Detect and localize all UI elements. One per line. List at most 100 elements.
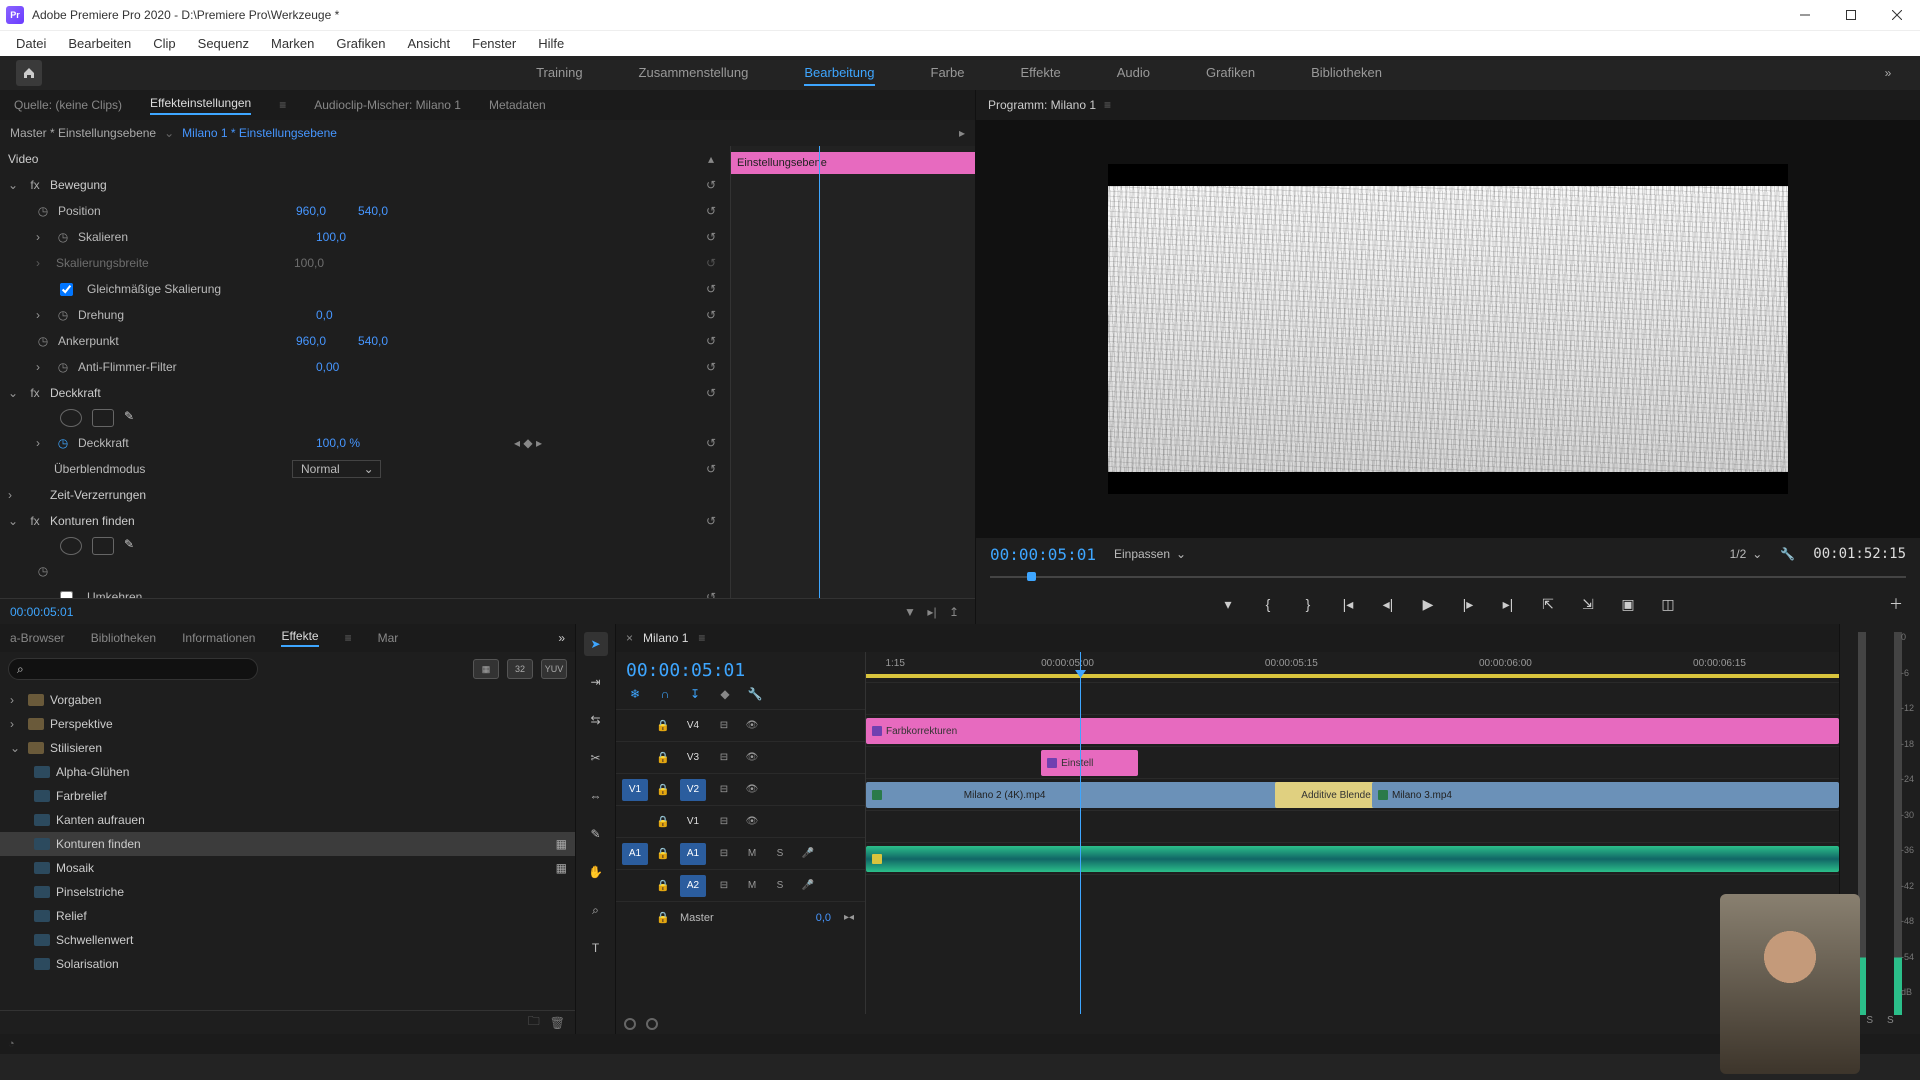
ec-time-remap[interactable]: Zeit-Verzerrungen [50, 488, 280, 502]
timeline-playhead[interactable] [1080, 652, 1081, 1014]
play-button[interactable]: ▶ [1418, 594, 1438, 614]
ec-play-icon[interactable]: ▸ [959, 126, 965, 140]
tab-libraries[interactable]: Bibliotheken [91, 631, 156, 645]
lock-icon[interactable]: 🔒 [656, 783, 672, 796]
ec-blend-dropdown[interactable]: Normal⌄ [292, 460, 381, 478]
eye-icon[interactable]: 👁 [742, 718, 762, 734]
slip-tool[interactable]: ⇔ [584, 784, 608, 808]
tab-audio-mixer[interactable]: Audioclip-Mischer: Milano 1 [314, 98, 461, 112]
wrench-icon[interactable]: 🔧 [1780, 547, 1795, 561]
fx-badge-yuv[interactable]: YUV [541, 659, 567, 679]
program-scrubber[interactable] [990, 570, 1906, 584]
zoom-tool[interactable]: ⌕ [584, 898, 608, 922]
tab-markers[interactable]: Mar [378, 631, 399, 645]
close-button[interactable] [1874, 0, 1920, 30]
program-view[interactable] [976, 120, 1920, 538]
twirl-icon[interactable]: › [8, 488, 20, 502]
twirl-icon[interactable]: › [36, 308, 48, 322]
panel-menu-icon[interactable]: ≡ [698, 631, 705, 645]
type-tool[interactable]: T [584, 936, 608, 960]
clip-adjustment-v2[interactable]: Einstell [1041, 750, 1138, 776]
ec-invert-checkbox[interactable] [60, 591, 73, 599]
tab-info[interactable]: Informationen [182, 631, 255, 645]
pen-tool[interactable]: ✎ [584, 822, 608, 846]
stopwatch-icon[interactable]: ◷ [36, 204, 50, 218]
track-a1[interactable] [866, 810, 1839, 842]
ec-uniform-scale-checkbox[interactable] [60, 283, 73, 296]
ripple-edit-tool[interactable]: ⇆ [584, 708, 608, 732]
stopwatch-icon[interactable]: ◷ [56, 230, 70, 244]
panel-menu-icon[interactable]: ≡ [1104, 98, 1111, 112]
ec-find-edges[interactable]: Konturen finden [50, 514, 280, 528]
menu-grafiken[interactable]: Grafiken [326, 33, 395, 54]
snap-toggle[interactable]: ❄ [626, 685, 644, 703]
maximize-button[interactable] [1828, 0, 1874, 30]
collapse-icon[interactable]: ▸◂ [839, 910, 859, 926]
clip-audio[interactable] [866, 846, 1839, 872]
reset-icon[interactable]: ↺ [702, 308, 720, 322]
delete-icon[interactable]: 🗑 [550, 1016, 565, 1030]
program-timecode[interactable]: 00:00:05:01 [990, 545, 1096, 564]
workspace-overflow-button[interactable]: » [1876, 66, 1900, 80]
reset-icon[interactable]: ↺ [702, 590, 720, 598]
track-target-a1[interactable]: A1 [680, 843, 706, 865]
extract-button[interactable]: ⇲ [1578, 594, 1598, 614]
workspace-tab-editing[interactable]: Bearbeitung [804, 61, 874, 86]
reset-icon[interactable]: ↺ [702, 282, 720, 296]
fx-item[interactable]: Relief [0, 904, 575, 928]
lock-icon[interactable]: 🔒 [656, 815, 672, 828]
lock-icon[interactable]: 🔒 [656, 879, 672, 892]
fx-item[interactable]: Pinselstriche [0, 880, 575, 904]
mask-pen-button[interactable]: ✎ [124, 409, 146, 427]
sync-lock-icon[interactable]: ⊟ [714, 878, 734, 894]
zoom-in-handle[interactable] [646, 1018, 658, 1030]
reset-icon[interactable]: ↺ [702, 462, 720, 476]
twirl-icon[interactable]: ⌄ [8, 386, 20, 400]
tab-effect-controls[interactable]: Effekteinstellungen [150, 96, 251, 115]
stopwatch-icon[interactable]: ◷ [36, 564, 50, 578]
source-patch-v1[interactable]: V1 [622, 779, 648, 801]
fx-item[interactable]: Schwellenwert [0, 928, 575, 952]
effects-search-input[interactable] [24, 662, 249, 676]
tab-metadata[interactable]: Metadaten [489, 98, 546, 112]
linked-selection-toggle[interactable]: ∩ [656, 685, 674, 703]
fx-item[interactable]: Solarisation [0, 952, 575, 976]
home-button[interactable] [16, 60, 42, 86]
twirl-icon[interactable]: › [36, 360, 48, 374]
track-v4[interactable] [866, 682, 1839, 714]
track-a2[interactable] [866, 842, 1839, 874]
razor-tool[interactable]: ✂ [584, 746, 608, 770]
program-resolution-dropdown[interactable]: 1/2⌄ [1730, 547, 1763, 561]
reset-icon[interactable]: ↺ [702, 256, 720, 270]
ec-opacity-section[interactable]: Deckkraft [50, 386, 280, 400]
clip-video-b[interactable]: Milano 3.mp4 [1372, 782, 1839, 808]
fx-folder-presets[interactable]: ›Vorgaben [0, 688, 575, 712]
go-to-in-button[interactable]: |◂ [1338, 594, 1358, 614]
sequence-name[interactable]: Milano 1 [643, 631, 688, 645]
fx-item[interactable]: Mosaik▦ [0, 856, 575, 880]
ec-footer-timecode[interactable]: 00:00:05:01 [10, 605, 73, 619]
button-editor-button[interactable]: ＋ [1886, 594, 1906, 614]
track-target-a2[interactable]: A2 [680, 875, 706, 897]
menu-clip[interactable]: Clip [143, 33, 185, 54]
timeline-timecode[interactable]: 00:00:05:01 [616, 652, 865, 685]
eye-icon[interactable]: 👁 [742, 814, 762, 830]
reset-icon[interactable]: ↺ [702, 386, 720, 400]
step-back-button[interactable]: ◂| [1378, 594, 1398, 614]
stopwatch-icon[interactable]: ◷ [56, 436, 70, 450]
clip-adjustment-v3[interactable]: Farbkorrekturen [866, 718, 1839, 744]
track-v2[interactable]: Einstell [866, 746, 1839, 778]
menu-hilfe[interactable]: Hilfe [528, 33, 574, 54]
source-patch-a1[interactable]: A1 [622, 843, 648, 865]
sync-lock-icon[interactable]: ⊟ [714, 814, 734, 830]
stopwatch-icon[interactable]: ◷ [56, 360, 70, 374]
export-icon[interactable]: ↥ [943, 605, 965, 619]
eye-icon[interactable]: 👁 [742, 782, 762, 798]
fx-item[interactable]: Alpha-Glühen [0, 760, 575, 784]
workspace-tab-graphics[interactable]: Grafiken [1206, 61, 1255, 86]
ec-scale-val[interactable]: 100,0 [316, 230, 346, 244]
add-marker-button[interactable]: ▾ [1218, 594, 1238, 614]
track-target-v4[interactable]: V4 [680, 715, 706, 737]
eye-icon[interactable]: 👁 [742, 750, 762, 766]
filter-icon[interactable]: ▼ [899, 605, 921, 619]
